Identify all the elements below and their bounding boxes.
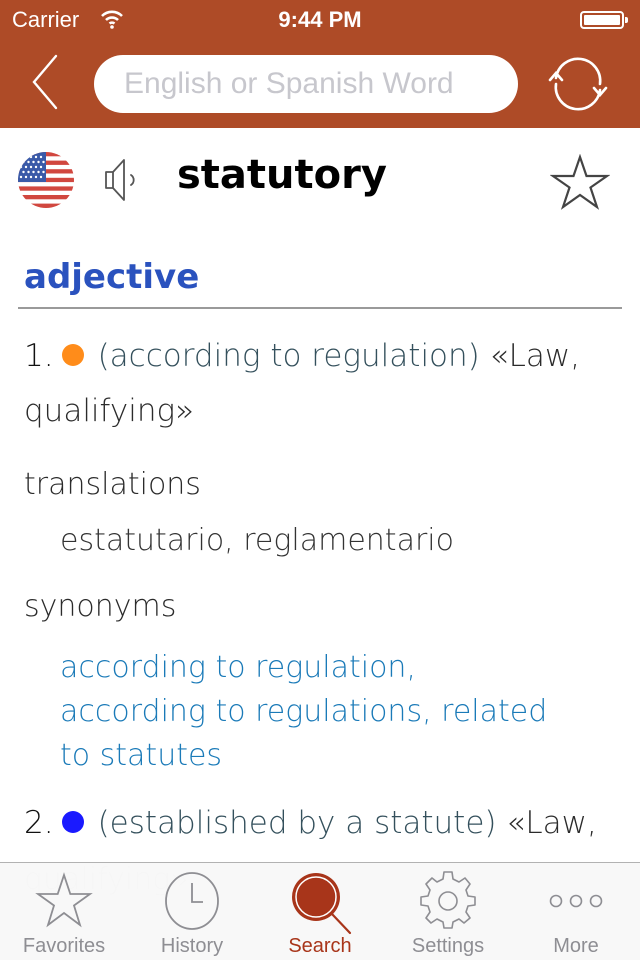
sense-1-line-2: qualifying» [24, 393, 194, 429]
search-icon [292, 873, 352, 935]
search-input[interactable] [94, 55, 518, 113]
status-bar: Carrier 9:44 PM [0, 0, 640, 40]
speaker-icon [105, 159, 135, 201]
us-flag-icon [18, 152, 74, 208]
sense-label: «Law, [506, 805, 597, 841]
translations-heading: translations [24, 467, 201, 502]
sense-label: «Law, [489, 338, 581, 374]
gear-icon [420, 871, 476, 929]
nav-bar [0, 40, 640, 128]
synonyms-heading: synonyms [24, 589, 177, 624]
sense-dot-icon [61, 810, 84, 833]
sense-gloss: (established by a statute) [97, 805, 497, 841]
sense-2-line: 2. (established by a statute) «Law, [24, 805, 597, 841]
divider [18, 307, 622, 309]
tab-settings[interactable]: Settings [384, 863, 512, 960]
tab-bar: Favorites History Search Settings More [0, 862, 640, 960]
tab-more[interactable]: More [512, 863, 640, 960]
tab-label: Favorites [22, 935, 106, 957]
synonym-link[interactable]: according to regulation, [60, 646, 620, 690]
synonyms-list: according to regulation, according to re… [60, 646, 620, 778]
chevron-left-icon [32, 54, 58, 110]
headword: statutory [177, 152, 387, 198]
clock-icon [165, 872, 219, 930]
sense-label-cont: qualifying» [24, 393, 195, 429]
sense-dot-icon [61, 343, 84, 366]
translations-list: estatutario, reglamentario [60, 523, 454, 558]
sense-number: 1. [24, 338, 54, 374]
part-of-speech: adjective [24, 257, 200, 297]
star-outline-icon [550, 154, 610, 210]
favorite-button[interactable] [550, 154, 610, 210]
tab-favorites[interactable]: Favorites [0, 863, 128, 960]
refresh-icon [548, 57, 608, 111]
tab-label: More [553, 935, 599, 957]
synonym-link[interactable]: to statutes [60, 734, 620, 778]
pronunciation-button[interactable] [102, 156, 150, 204]
clock-time: 9:44 PM [278, 7, 362, 32]
tab-history[interactable]: History [128, 863, 256, 960]
tab-search[interactable]: Search [256, 863, 384, 960]
sense-gloss: (according to regulation) [97, 338, 480, 374]
battery-icon [580, 11, 628, 29]
tab-label: Search [288, 935, 352, 957]
sense-number: 2. [24, 805, 54, 841]
synonym-link[interactable]: according to regulations, related [60, 690, 620, 734]
app-header: Carrier 9:44 PM [0, 0, 640, 128]
refresh-button[interactable] [546, 56, 610, 112]
tab-label: Settings [411, 935, 485, 957]
sense-1-line: 1. (according to regulation) «Law, [24, 338, 580, 374]
tab-label: History [160, 935, 224, 957]
star-icon [35, 872, 93, 928]
back-button[interactable] [26, 52, 70, 112]
more-icon [549, 894, 603, 908]
